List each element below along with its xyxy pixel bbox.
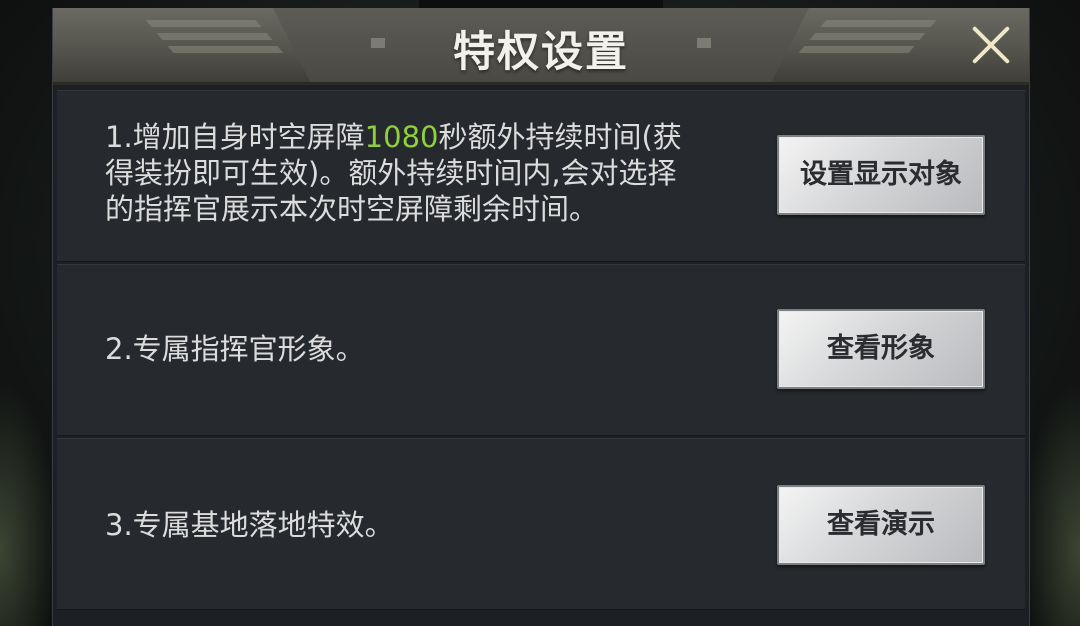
close-icon[interactable]: [967, 20, 1015, 68]
privilege-row-1: 1.增加自身时空屏障1080秒额外持续时间(获 得装扮即可生效)。额外持续时间内…: [57, 90, 1025, 262]
privilege-1-text-rest: 秒额外持续时间(获: [438, 120, 682, 154]
dialog-header: 特权设置: [53, 0, 1029, 85]
view-appearance-button[interactable]: 查看形象: [777, 309, 985, 389]
privilege-2-description: 2.专属指挥官形象。: [105, 332, 365, 366]
privilege-1-line-3: 的指挥官展示本次时空屏障剩余时间。: [105, 192, 599, 226]
view-demo-button[interactable]: 查看演示: [777, 485, 985, 565]
privilege-1-description: 1.增加自身时空屏障1080秒额外持续时间(获 得装扮即可生效)。额外持续时间内…: [105, 119, 682, 227]
dialog-title: 特权设置: [452, 27, 629, 76]
set-display-target-button[interactable]: 设置显示对象: [777, 135, 985, 215]
privilege-1-line-2: 得装扮即可生效)。额外持续时间内,会对选择: [105, 156, 677, 190]
privilege-settings-dialog: 特权设置 1.增加自身时空屏障1080秒额外持续时间(获 得装扮即可生效)。额外…: [52, 0, 1030, 626]
barrier-duration-value: 1080: [364, 120, 439, 154]
privilege-1-text-prefix: 1.增加自身时空屏障: [105, 120, 365, 154]
privilege-row-3: 3.专属基地落地特效。 查看演示: [57, 438, 1025, 610]
privilege-row-2: 2.专属指挥官形象。 查看形象: [57, 264, 1025, 436]
left-edge-glow: [0, 380, 60, 626]
privilege-3-description: 3.专属基地落地特效。: [105, 508, 394, 542]
privilege-1-line-1: 1.增加自身时空屏障1080秒额外持续时间(获: [105, 119, 682, 155]
